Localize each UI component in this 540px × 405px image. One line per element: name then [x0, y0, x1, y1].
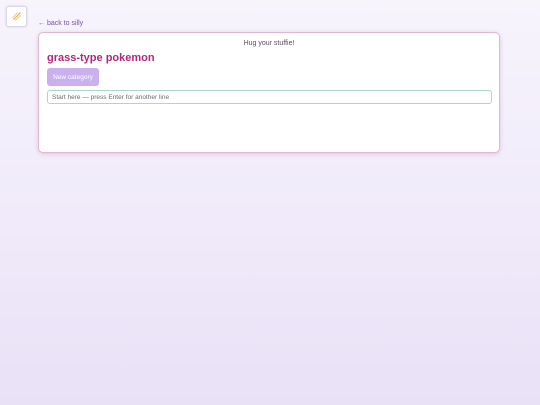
app-logo-button[interactable] [6, 6, 27, 27]
new-category-button[interactable]: New category [47, 68, 99, 86]
back-link[interactable]: ← back to silly [38, 19, 83, 28]
tagline: Hug your stuffie! [243, 40, 295, 47]
sparkle-icon [12, 12, 21, 21]
category-title: grass-type pokemon [47, 52, 155, 64]
line-input[interactable] [47, 90, 492, 104]
category-card: Hug your stuffie! grass-type pokemon New… [38, 32, 500, 153]
